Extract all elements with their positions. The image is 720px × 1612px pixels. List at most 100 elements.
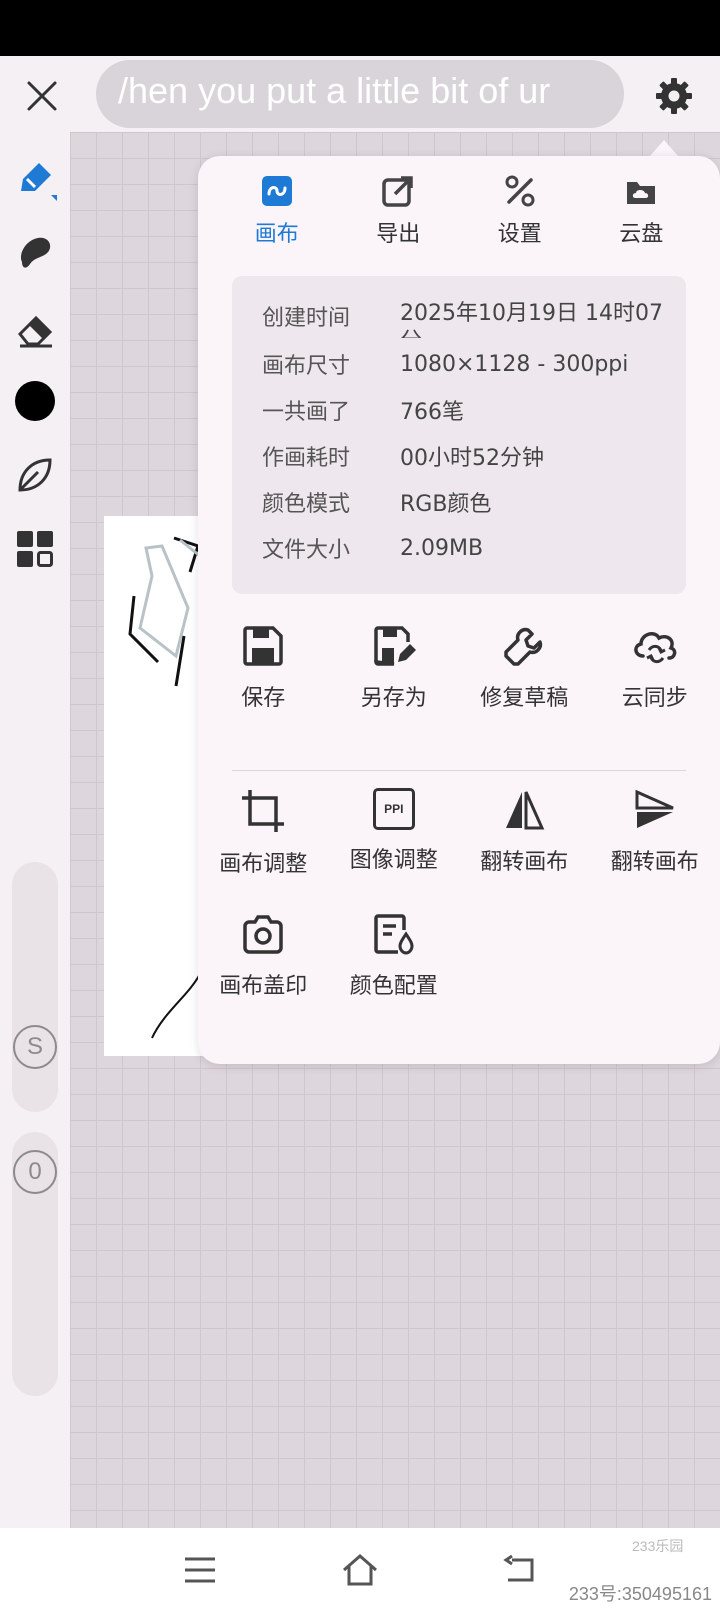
info-value: 2.09MB [400, 535, 484, 561]
cloud-sync-button[interactable]: 云同步 [590, 624, 720, 712]
menu-pointer [650, 140, 678, 156]
ppi-icon-text: PPI [384, 802, 404, 816]
system-nav-bar: 233乐园 233号:350495161 [0, 1528, 720, 1612]
tab-label: 画布 [254, 222, 299, 247]
info-value: RGB颜色 [400, 492, 492, 517]
info-value: 1080×1128 - 300ppi [400, 351, 629, 377]
materials-tool[interactable] [10, 524, 60, 574]
cloud-drive-icon [627, 182, 656, 204]
action-label: 翻转画布 [610, 850, 699, 875]
info-row-color-mode: 颜色模式 RGB颜色 [262, 478, 676, 526]
flip-vertical-icon [635, 789, 674, 828]
action-label: 修复草稿 [480, 686, 569, 711]
image-adjust-button[interactable]: PPI 图像调整 [329, 788, 460, 878]
tab-export[interactable]: 导出 [338, 174, 460, 260]
info-value: 00小时52分钟 [400, 446, 544, 471]
nav-home-button[interactable] [338, 1548, 382, 1592]
brush-tool[interactable] [10, 154, 60, 204]
grid-apps-icon [17, 531, 53, 567]
ppi-icon: PPI [372, 788, 415, 830]
smudge-icon [20, 237, 51, 268]
status-bar [0, 0, 720, 56]
cloud-sync-icon [634, 632, 677, 664]
action-label: 云同步 [621, 686, 688, 711]
canvas-menu-panel: 画布 导出 设置 云盘 创建时间 2025年10月19日 14时07 画布尺寸 … [198, 156, 720, 1064]
camera-icon [243, 915, 283, 954]
tab-label: 云盘 [619, 222, 664, 247]
menu-icon [185, 1557, 215, 1583]
tab-canvas[interactable]: 画布 [216, 174, 338, 260]
top-bar: /hen you put a little bit of ur [0, 56, 720, 132]
watermark-id: 233号:350495161 [568, 1584, 712, 1604]
action-label: 保存 [241, 686, 286, 711]
info-row-size: 画布尺寸 1080×1128 - 300ppi [262, 340, 676, 388]
action-label: 颜色配置 [349, 974, 438, 999]
tab-settings[interactable]: 设置 [459, 174, 581, 260]
info-row-created: 创建时间 2025年10月19日 14时07分 [262, 290, 676, 346]
info-key: 创建时间 [262, 306, 351, 331]
title-field[interactable]: /hen you put a little bit of ur [96, 60, 624, 128]
save-as-icon [373, 626, 416, 666]
leaf-tool[interactable] [10, 450, 60, 500]
info-value: 2025年10月19日 14时07分 [400, 301, 663, 338]
menu-divider [232, 770, 686, 771]
canvas-info-box: 创建时间 2025年10月19日 14时07分 画布尺寸 1080×1128 -… [232, 276, 686, 594]
back-icon [503, 1554, 534, 1582]
repair-draft-button[interactable]: 修复草稿 [459, 624, 590, 712]
action-label: 图像调整 [349, 848, 438, 873]
color-profile-icon [374, 914, 414, 955]
size-slider-label: S [13, 1025, 57, 1069]
opacity-slider-label: 0 [13, 1150, 57, 1194]
canvas-actions-row-1: 画布调整 PPI 图像调整 翻转画布 翻转画布 [198, 788, 720, 878]
info-row-file-size: 文件大小 2.09MB [262, 524, 676, 572]
info-key: 颜色模式 [262, 492, 351, 517]
info-row-strokes: 一共画了 766笔 [262, 386, 676, 434]
color-profile-button[interactable]: 颜色配置 [329, 912, 460, 1000]
save-as-button[interactable]: 另存为 [329, 624, 460, 712]
flip-vertical-button[interactable]: 翻转画布 [590, 788, 720, 878]
flip-horizontal-button[interactable]: 翻转画布 [459, 788, 590, 878]
save-icon [243, 626, 283, 666]
settings-gear-button[interactable] [646, 68, 702, 124]
tab-label: 导出 [376, 222, 421, 247]
nav-menu-button[interactable] [178, 1548, 222, 1592]
eraser-icon [17, 315, 53, 348]
home-icon [343, 1554, 377, 1586]
left-toolbar: S 0 [0, 132, 70, 1528]
action-label: 翻转画布 [480, 850, 569, 875]
action-label: 另存为 [360, 686, 427, 711]
flip-horizontal-icon [506, 791, 545, 830]
smudge-tool[interactable] [10, 228, 60, 278]
leaf-icon [18, 458, 52, 492]
gear-icon [656, 78, 692, 114]
info-value: 766笔 [400, 400, 464, 425]
current-color-swatch [15, 381, 55, 421]
artwork-title: /hen you put a little bit of ur [118, 70, 551, 111]
info-row-duration: 作画耗时 00小时52分钟 [262, 432, 676, 480]
tab-cloud-drive[interactable]: 云盘 [581, 174, 703, 260]
canvas-adjust-button[interactable]: 画布调整 [198, 788, 329, 878]
brush-icon [21, 163, 57, 201]
wrench-icon [504, 627, 543, 666]
canvas-stamp-button[interactable]: 画布盖印 [198, 912, 329, 1000]
info-key: 作画耗时 [262, 446, 351, 471]
info-key: 一共画了 [262, 400, 351, 425]
size-slider[interactable] [12, 862, 58, 1112]
settings-icon [505, 175, 535, 207]
nav-back-button[interactable] [498, 1548, 542, 1592]
canvas-icon [261, 176, 292, 206]
eraser-tool[interactable] [10, 304, 60, 354]
color-picker-button[interactable] [10, 376, 60, 426]
action-label: 画布调整 [219, 852, 308, 877]
close-button[interactable] [18, 72, 66, 120]
save-button[interactable]: 保存 [198, 624, 329, 712]
crop-icon [242, 790, 285, 832]
info-key: 画布尺寸 [262, 354, 351, 379]
info-key: 文件大小 [262, 538, 351, 563]
action-label: 画布盖印 [219, 974, 308, 999]
export-icon [382, 176, 413, 207]
canvas-actions-row-2: 画布盖印 颜色配置 [198, 912, 720, 1000]
watermark-logo: 233乐园 [632, 1538, 684, 1554]
close-icon [27, 81, 57, 111]
tab-label: 设置 [497, 222, 542, 247]
